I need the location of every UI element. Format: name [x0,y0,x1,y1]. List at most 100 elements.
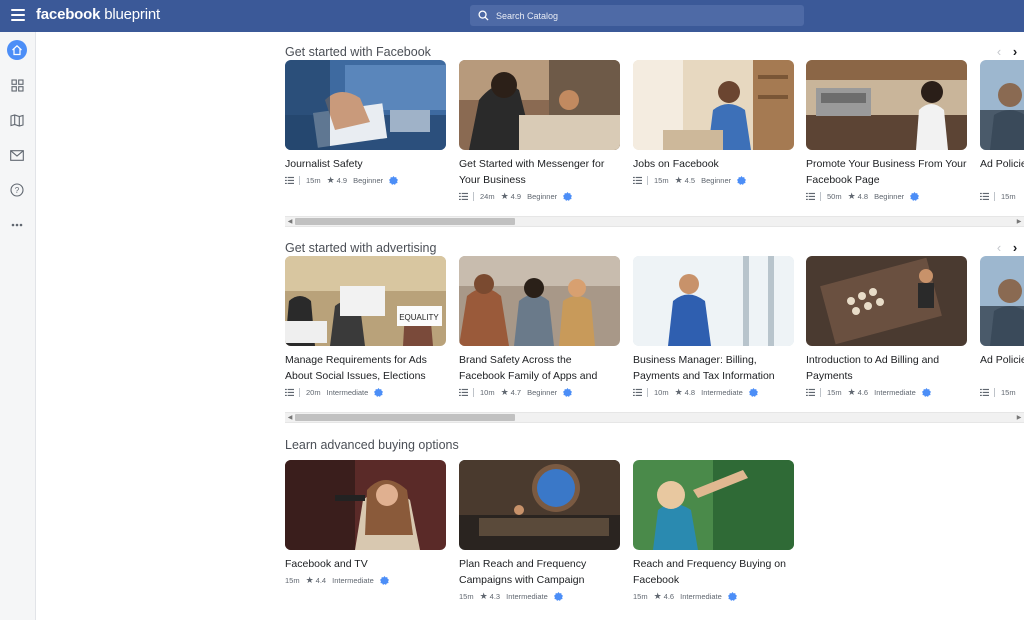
course-thumbnail [285,460,446,550]
course-title: Journalist Safety [285,158,363,170]
course-level: Intermediate [680,591,722,601]
carousel-controls: ‹ › [992,44,1024,60]
verified-badge-icon [737,175,747,185]
scrollbar-thumb[interactable] [295,218,515,225]
course-title: Get Started with Messenger for Your Busi… [459,158,605,186]
course-meta: 15m [980,190,1024,202]
course-card[interactable]: Ad Policies and Targeting 15m [980,256,1024,398]
course-card[interactable]: Ad Policies and Targeting 15m [980,60,1024,202]
course-meta: 15m ★ 4.6 Intermediate [633,590,794,602]
star-icon: ★ [326,174,335,185]
chevron-left-icon[interactable]: ‹ [992,240,1006,256]
course-title: Brand Safety Across the Facebook Family … [459,354,598,382]
list-icon [459,192,468,200]
course-title: Plan Reach and Frequency Campaigns with … [459,558,587,586]
list-icon [980,388,989,396]
scrollbar-thumb[interactable] [295,414,515,421]
scroll-left-icon[interactable]: ◀ [286,218,294,226]
menu-icon[interactable] [11,9,25,23]
mail-icon[interactable] [7,145,27,165]
course-duration: 15m [1001,191,1016,201]
course-duration: 15m [285,575,300,585]
help-icon[interactable]: ? [7,180,27,200]
course-card[interactable]: EQUALITY Manage Requirements for Ads Abo… [285,256,446,398]
course-meta: 24m ★ 4.9 Beginner [459,190,620,202]
course-title: Ad Policies and Targeting [980,158,1024,170]
course-title: Introduction to Ad Billing and Payments [806,354,940,382]
course-meta: 15m ★ 4.9 Beginner [285,174,446,186]
more-icon[interactable] [7,215,27,235]
course-thumbnail: EQUALITY [285,256,446,346]
course-card[interactable]: Promote Your Business From Your Facebook… [806,60,967,202]
star-icon: ★ [500,386,509,397]
course-card[interactable]: Journalist Safety 15m ★ 4.9 Beginner [285,60,446,186]
course-rating: 4.3 [489,591,501,601]
grid-icon[interactable] [7,75,27,95]
scroll-left-icon[interactable]: ◀ [286,414,294,422]
carousel-scrollbar[interactable]: ◀ ▶ [285,216,1024,227]
course-level: Beginner [527,191,558,201]
course-title: Jobs on Facebook [633,158,719,170]
course-meta: 10m ★ 4.8 Intermediate [633,386,794,398]
chevron-left-icon[interactable]: ‹ [992,44,1006,60]
list-icon [806,192,815,200]
carousel-scrollbar[interactable]: ◀ ▶ [285,412,1024,423]
star-icon: ★ [847,190,856,201]
star-icon: ★ [847,386,856,397]
course-card[interactable]: Plan Reach and Frequency Campaigns with … [459,460,620,602]
course-card[interactable]: Introduction to Ad Billing and Payments … [806,256,967,398]
scroll-right-icon[interactable]: ▶ [1015,218,1023,226]
course-card[interactable]: Business Manager: Billing, Payments and … [633,256,794,398]
course-duration: 10m [480,387,495,397]
course-level: Intermediate [506,591,548,601]
brand-logo[interactable]: facebook blueprint [36,6,160,23]
list-icon [633,176,642,184]
course-duration: 15m [1001,387,1016,397]
list-icon [633,388,642,396]
course-duration: 15m [306,175,321,185]
course-thumbnail [459,460,620,550]
course-duration: 15m [633,591,648,601]
course-duration: 15m [654,175,669,185]
course-meta: 15m [980,386,1024,398]
section-get-started-facebook: Get started with Facebook ‹ › Journalist… [285,44,1024,235]
list-icon [980,192,989,200]
search-bar[interactable] [470,5,804,26]
course-rating: 4.4 [315,575,327,585]
map-icon[interactable] [7,110,27,130]
brand-name-bold: facebook [36,6,101,23]
verified-badge-icon [748,387,758,397]
course-duration: 24m [480,191,495,201]
course-thumbnail [806,60,967,150]
list-icon [285,388,294,396]
scroll-right-icon[interactable]: ▶ [1015,414,1023,422]
star-icon: ★ [305,574,314,585]
home-icon[interactable] [7,40,27,60]
course-rating: 4.9 [336,175,348,185]
chevron-right-icon[interactable]: › [1008,240,1022,256]
course-thumbnail [633,460,794,550]
verified-badge-icon [921,387,931,397]
section-title: Get started with Facebook [285,45,431,59]
chevron-right-icon[interactable]: › [1008,44,1022,60]
course-card[interactable]: Get Started with Messenger for Your Busi… [459,60,620,202]
course-meta: 15m ★ 4.3 Intermediate [459,590,620,602]
list-icon [806,388,815,396]
course-card[interactable]: Jobs on Facebook 15m ★ 4.5 Beginner [633,60,794,186]
course-thumbnail [633,256,794,346]
course-card[interactable]: Facebook and TV 15m ★ 4.4 Intermediate [285,460,446,586]
course-thumbnail [285,60,446,150]
course-card[interactable]: Reach and Frequency Buying on Facebook 1… [633,460,794,602]
verified-badge-icon [563,191,573,201]
star-icon: ★ [674,174,683,185]
course-thumbnail [806,256,967,346]
course-title: Manage Requirements for Ads About Social… [285,354,427,382]
course-meta: 10m ★ 4.7 Beginner [459,386,620,398]
course-title: Facebook and TV [285,558,368,570]
course-card[interactable]: Brand Safety Across the Facebook Family … [459,256,620,398]
verified-badge-icon [727,591,737,601]
brand-name-light: blueprint [104,6,160,23]
search-input[interactable] [494,9,788,22]
course-thumbnail [459,256,620,346]
course-duration: 15m [459,591,474,601]
